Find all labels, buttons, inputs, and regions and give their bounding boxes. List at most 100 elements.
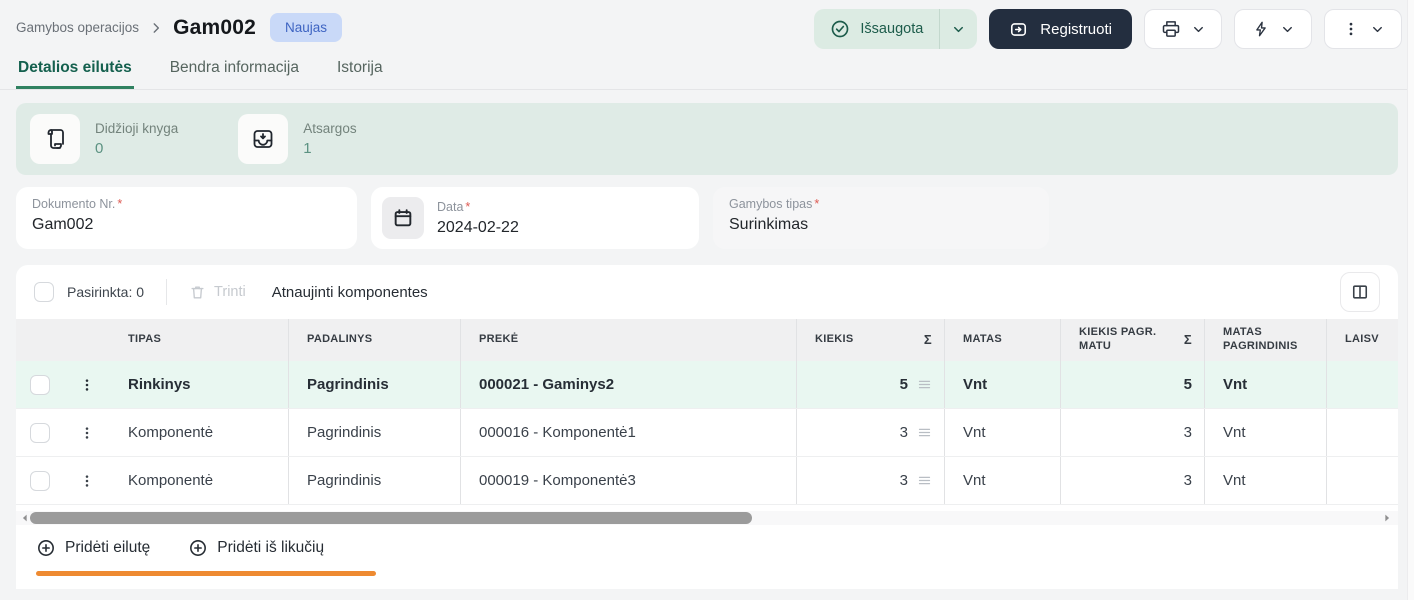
cell-tipas: Rinkinys bbox=[110, 361, 288, 408]
header-padalinys: PADALINYS bbox=[288, 319, 460, 361]
print-dropdown-button[interactable] bbox=[1144, 9, 1222, 49]
chevron-down-icon bbox=[1370, 22, 1385, 37]
date-field[interactable]: Data* 2024-02-22 bbox=[371, 187, 699, 249]
row-menu-button[interactable] bbox=[64, 457, 110, 504]
delete-button-label: Trinti bbox=[214, 284, 246, 300]
register-button[interactable]: Registruoti bbox=[989, 9, 1132, 49]
add-row-button[interactable]: Pridėti eilutę bbox=[36, 538, 150, 558]
table-footer-actions: Pridėti eilutę Pridėti iš likučių bbox=[36, 538, 1398, 558]
header-actions: Išsaugota Registruoti bbox=[814, 9, 1402, 49]
saved-button[interactable]: Išsaugota bbox=[814, 19, 939, 39]
required-mark: * bbox=[814, 197, 819, 211]
stat-label: Atsargos bbox=[303, 121, 356, 136]
cell-matas-pagrindinis: Vnt bbox=[1204, 457, 1326, 504]
cell-matas-pagrindinis: Vnt bbox=[1204, 409, 1326, 456]
scroll-right-icon[interactable] bbox=[1382, 513, 1392, 523]
field-value: Gam002 bbox=[32, 216, 341, 234]
cell-tipas: Komponentė bbox=[110, 409, 288, 456]
stat-value: 0 bbox=[95, 140, 178, 157]
table-row: Komponentė Pagrindinis 000019 - Komponen… bbox=[16, 457, 1398, 505]
chevron-down-icon bbox=[951, 22, 966, 37]
refresh-components-button[interactable]: Atnaujinti komponentes bbox=[272, 284, 428, 301]
add-row-label: Pridėti eilutę bbox=[65, 539, 150, 557]
status-badge: Naujas bbox=[270, 13, 342, 42]
kebab-icon bbox=[79, 425, 95, 441]
cell-preke: 000019 - Komponentė3 bbox=[460, 457, 796, 504]
inventory-inbox-icon bbox=[238, 114, 288, 164]
cell-matas: Vnt bbox=[944, 457, 1060, 504]
row-menu-button[interactable] bbox=[64, 409, 110, 456]
table-header-row: TIPAS PADALINYS PREKĖ KIEKIS Σ MATAS KIE… bbox=[16, 319, 1398, 361]
top-bar: Gamybos operacijos Gam002 Naujas Išsaugo… bbox=[0, 0, 1414, 52]
lines-table-panel: Pasirinkta: 0 Trinti Atnaujinti komponen… bbox=[16, 265, 1398, 589]
vertical-scrollbar[interactable] bbox=[1407, 0, 1414, 600]
ledger-scroll-icon bbox=[30, 114, 80, 164]
tab-detail-lines[interactable]: Detalios eilutės bbox=[16, 52, 134, 89]
stat-general-ledger: Didžioji knyga 0 bbox=[30, 114, 178, 164]
cell-preke: 000016 - Komponentė1 bbox=[460, 409, 796, 456]
tab-history[interactable]: Istorija bbox=[335, 52, 385, 89]
table-row: Komponentė Pagrindinis 000016 - Komponen… bbox=[16, 409, 1398, 457]
page-title: Gam002 bbox=[173, 16, 256, 40]
tab-bar: Detalios eilutės Bendra informacija Isto… bbox=[0, 52, 1414, 90]
saved-button-label: Išsaugota bbox=[860, 21, 923, 37]
cell-padalinys: Pagrindinis bbox=[288, 457, 460, 504]
trash-icon bbox=[189, 284, 206, 301]
row-checkbox[interactable] bbox=[30, 375, 50, 395]
production-type-field[interactable]: Gamybos tipas* Surinkimas bbox=[713, 187, 1049, 249]
breadcrumb: Gamybos operacijos Gam002 Naujas bbox=[16, 13, 342, 42]
breadcrumb-parent-link[interactable]: Gamybos operacijos bbox=[16, 20, 139, 35]
sigma-symbol: Σ bbox=[924, 332, 932, 348]
required-mark: * bbox=[465, 200, 470, 214]
toolbar-divider bbox=[166, 279, 167, 305]
saved-split-button: Išsaugota bbox=[814, 9, 977, 49]
cell-padalinys: Pagrindinis bbox=[288, 361, 460, 408]
cell-padalinys: Pagrindinis bbox=[288, 409, 460, 456]
quantity-menu-icon[interactable] bbox=[917, 425, 932, 440]
plus-circle-icon bbox=[36, 538, 56, 558]
lightning-icon bbox=[1252, 20, 1270, 38]
scroll-left-icon[interactable] bbox=[20, 513, 30, 523]
row-menu-button[interactable] bbox=[64, 361, 110, 408]
quantity-menu-icon[interactable] bbox=[917, 473, 932, 488]
cell-kiekis: 5 bbox=[796, 361, 944, 408]
add-from-stock-button[interactable]: Pridėti iš likučių bbox=[188, 538, 324, 558]
cell-laisv bbox=[1326, 361, 1398, 408]
field-value: 2024-02-22 bbox=[437, 219, 519, 237]
tab-general-info[interactable]: Bendra informacija bbox=[168, 52, 301, 89]
row-checkbox-cell bbox=[16, 457, 64, 504]
register-box-arrow-icon bbox=[1009, 20, 1028, 39]
cell-tipas: Komponentė bbox=[110, 457, 288, 504]
field-label: Dokumento Nr.* bbox=[32, 197, 341, 211]
header-kiekis-pagrindinis: KIEKIS PAGR. MATU Σ bbox=[1060, 319, 1204, 361]
check-circle-icon bbox=[830, 19, 850, 39]
header-menu-cell bbox=[64, 319, 110, 361]
cell-kiekis: 3 bbox=[796, 457, 944, 504]
quantity-menu-icon[interactable] bbox=[917, 377, 932, 392]
header-kiekis: KIEKIS Σ bbox=[796, 319, 944, 361]
delete-button[interactable]: Trinti bbox=[189, 284, 246, 301]
sigma-symbol: Σ bbox=[1184, 332, 1192, 348]
header-laisv: LAISV bbox=[1326, 319, 1398, 361]
row-checkbox[interactable] bbox=[30, 423, 50, 443]
column-settings-button[interactable] bbox=[1340, 272, 1380, 312]
required-mark: * bbox=[117, 197, 122, 211]
row-checkbox[interactable] bbox=[30, 471, 50, 491]
chevron-down-icon bbox=[1191, 22, 1206, 37]
calendar-icon bbox=[382, 197, 424, 239]
scrollbar-thumb[interactable] bbox=[30, 512, 752, 524]
horizontal-scrollbar[interactable] bbox=[16, 511, 1398, 525]
cell-kiekis: 3 bbox=[796, 409, 944, 456]
cell-kiekis-pagrindinis: 5 bbox=[1060, 361, 1204, 408]
document-number-field[interactable]: Dokumento Nr.* Gam002 bbox=[16, 187, 357, 249]
select-all-checkbox[interactable] bbox=[34, 282, 54, 302]
automation-dropdown-button[interactable] bbox=[1234, 9, 1312, 49]
more-dropdown-button[interactable] bbox=[1324, 9, 1402, 49]
plus-circle-icon bbox=[188, 538, 208, 558]
row-checkbox-cell bbox=[16, 409, 64, 456]
field-value: Surinkimas bbox=[729, 216, 1033, 234]
header-matas-pagrindinis: MATAS PAGRINDINIS bbox=[1204, 319, 1326, 361]
row-checkbox-cell bbox=[16, 361, 64, 408]
register-button-label: Registruoti bbox=[1040, 21, 1112, 38]
saved-dropdown-button[interactable] bbox=[939, 9, 977, 49]
